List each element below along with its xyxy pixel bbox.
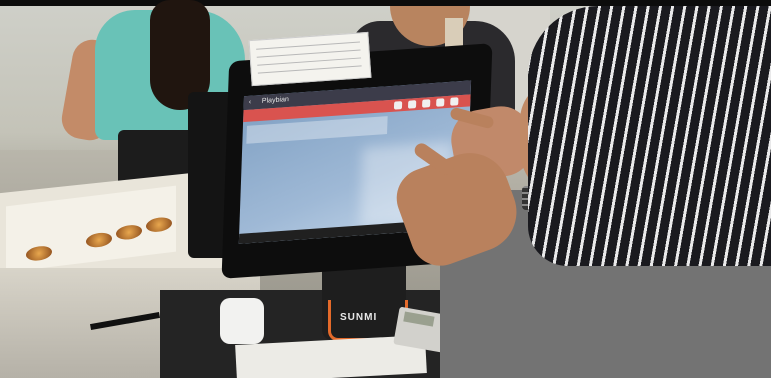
pos-brand-label: SUNMI [340,312,378,323]
food-photo [86,231,112,249]
food-photo [116,223,142,241]
food-photo [26,244,52,262]
striped-hijab [528,6,771,266]
note-line [256,41,360,50]
food-photo [146,216,172,234]
tab-icon[interactable] [422,99,431,108]
calculator-display [403,311,435,327]
photo-scene: SUNMI ‹ Playbian [0,0,771,378]
note-line [256,49,361,58]
back-arrow-icon[interactable]: ‹ [249,96,252,110]
tab-icon[interactable] [407,100,417,109]
tab-icon[interactable] [393,101,403,110]
tab-icon[interactable] [450,97,459,106]
white-cup [220,298,264,344]
note-line [257,57,362,66]
note-line [257,65,362,74]
tab-icon[interactable] [436,98,445,107]
app-title: Playbian [261,96,289,105]
taped-paper-note [248,31,372,87]
